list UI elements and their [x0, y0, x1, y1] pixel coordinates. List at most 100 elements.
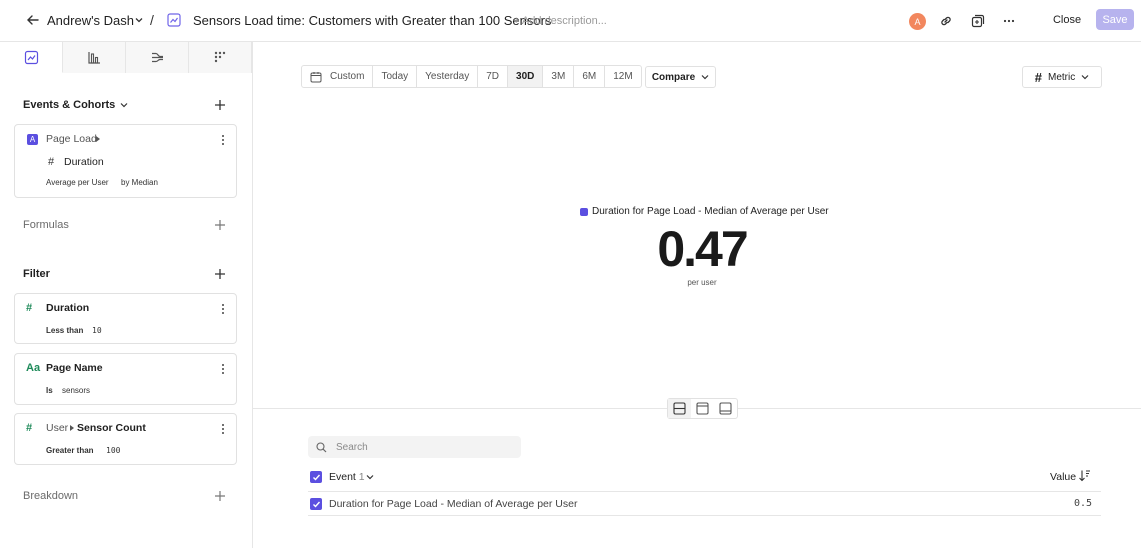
tab-insights[interactable] [0, 42, 63, 73]
add-formula-icon[interactable] [214, 219, 226, 231]
table-row-value: 0.5 [1073, 498, 1092, 509]
sort-descending-icon[interactable] [1078, 469, 1091, 482]
kebab-menu-icon[interactable] [221, 423, 225, 435]
chevron-down-icon[interactable] [134, 15, 144, 25]
checkmark-icon [312, 474, 320, 481]
event-property[interactable]: Duration [64, 156, 104, 168]
date-range-selector: Custom Today Yesterday 7D 30D 3M 6M 12M [301, 65, 642, 88]
breakdown-heading: Breakdown [23, 490, 79, 502]
event-letter-badge: A [27, 134, 38, 145]
aggregation-by-label[interactable]: by Median [121, 178, 158, 187]
close-button[interactable]: Close [1046, 11, 1088, 29]
kebab-menu-icon[interactable] [221, 363, 225, 375]
link-icon[interactable] [939, 14, 953, 28]
table-search[interactable] [308, 436, 521, 458]
filter-operator[interactable]: Greater than [46, 446, 94, 455]
chart-only-icon [696, 402, 709, 415]
row-checkbox[interactable] [310, 498, 322, 510]
filter-operator[interactable]: Less than [46, 326, 83, 335]
filter-property[interactable]: Sensor Count [77, 422, 146, 434]
search-input[interactable] [336, 441, 506, 453]
select-all-checkbox[interactable] [310, 471, 322, 483]
split-view-icon [673, 402, 686, 415]
duplicate-icon[interactable] [971, 14, 985, 28]
calendar-icon [310, 71, 322, 82]
chevron-down-icon [701, 75, 709, 80]
aggregation-label[interactable]: Average per User [46, 178, 109, 187]
compare-button[interactable]: Compare [645, 66, 716, 88]
kebab-menu-icon[interactable] [221, 303, 225, 315]
metric-label: Metric [1048, 71, 1076, 83]
string-type-icon: Aa [26, 362, 41, 374]
filter-card-duration[interactable]: # Duration Less than 10 [14, 293, 237, 344]
range-today[interactable]: Today [373, 66, 418, 87]
add-filter-icon[interactable] [214, 268, 226, 280]
column-header-event[interactable]: Event 1 [329, 471, 365, 483]
range-yesterday[interactable]: Yesterday [417, 66, 479, 87]
layout-toggle [667, 398, 738, 419]
dashboard-name[interactable]: Andrew's Dash [47, 13, 134, 28]
back-arrow-icon[interactable] [26, 13, 40, 27]
row-divider [308, 515, 1101, 516]
add-description-link[interactable]: + Add description... [513, 15, 607, 27]
breadcrumb-separator: / [150, 12, 154, 28]
range-6m[interactable]: 6M [574, 66, 606, 87]
funnels-icon [87, 52, 100, 64]
save-button[interactable]: Save [1096, 9, 1134, 30]
flows-icon [151, 52, 163, 63]
column-header-value[interactable]: Value [1050, 471, 1076, 483]
layout-chart-only-button[interactable] [691, 399, 714, 418]
report-title[interactable]: Sensors Load time: Customers with Greate… [193, 13, 551, 28]
metric-value: 0.47 [657, 221, 748, 277]
chevron-right-icon [96, 136, 100, 142]
chevron-down-icon[interactable] [366, 474, 374, 480]
legend-swatch [580, 207, 588, 216]
event-name[interactable]: Page Load [46, 133, 97, 145]
kebab-menu-icon[interactable] [221, 134, 225, 146]
filter-value[interactable]: 100 [106, 446, 120, 455]
top-header: Andrew's Dash / Sensors Load time: Custo… [0, 0, 1141, 42]
filter-value[interactable]: sensors [62, 386, 90, 395]
chevron-down-icon [1081, 75, 1089, 80]
tab-flows[interactable] [126, 42, 189, 73]
filter-property[interactable]: Duration [46, 302, 89, 314]
tab-retention[interactable] [189, 42, 252, 73]
insights-icon [24, 50, 38, 64]
metric-hash-icon: # [1034, 69, 1042, 85]
range-label: Custom [330, 71, 365, 82]
avatar[interactable]: A [909, 13, 926, 30]
filter-card-page-name[interactable]: Aa Page Name Is sensors [14, 353, 237, 405]
filter-value[interactable]: 10 [92, 326, 102, 335]
column-event-number: 1 [358, 471, 365, 483]
filter-property[interactable]: Page Name [46, 362, 103, 374]
column-event-label: Event [329, 471, 356, 483]
tab-funnels[interactable] [63, 42, 126, 73]
chart-type-button[interactable]: # Metric [1022, 66, 1102, 88]
range-custom[interactable]: Custom [302, 66, 374, 87]
compare-label: Compare [651, 71, 696, 83]
range-12m[interactable]: 12M [605, 66, 640, 87]
layout-table-only-button[interactable] [714, 399, 737, 418]
add-event-icon[interactable] [214, 99, 226, 111]
event-card[interactable]: A Page Load # Duration Average per User … [14, 124, 237, 198]
events-cohorts-heading[interactable]: Events & Cohorts [23, 99, 128, 111]
range-7d[interactable]: 7D [478, 66, 509, 87]
filter-card-sensor-count[interactable]: # User Sensor Count Greater than 100 [14, 413, 237, 465]
range-3m[interactable]: 3M [543, 66, 575, 87]
numeric-hash-icon: # [48, 156, 55, 168]
filter-operator[interactable]: Is [46, 386, 53, 395]
numeric-hash-icon: # [26, 302, 33, 314]
filter-parent-entity[interactable]: User [46, 422, 68, 434]
table-only-icon [719, 402, 732, 415]
numeric-hash-icon: # [26, 422, 33, 434]
metric-unit: per user [687, 278, 717, 287]
layout-split-button[interactable] [668, 399, 691, 418]
search-icon [316, 441, 327, 452]
more-options-icon[interactable] [1002, 14, 1016, 28]
checkmark-icon [312, 501, 320, 508]
range-30d[interactable]: 30D [508, 66, 544, 87]
legend-label: Duration for Page Load - Median of Avera… [592, 206, 829, 217]
insights-report-icon [167, 13, 181, 27]
table-row-label: Duration for Page Load - Median of Avera… [329, 498, 578, 510]
add-breakdown-icon[interactable] [214, 490, 226, 502]
